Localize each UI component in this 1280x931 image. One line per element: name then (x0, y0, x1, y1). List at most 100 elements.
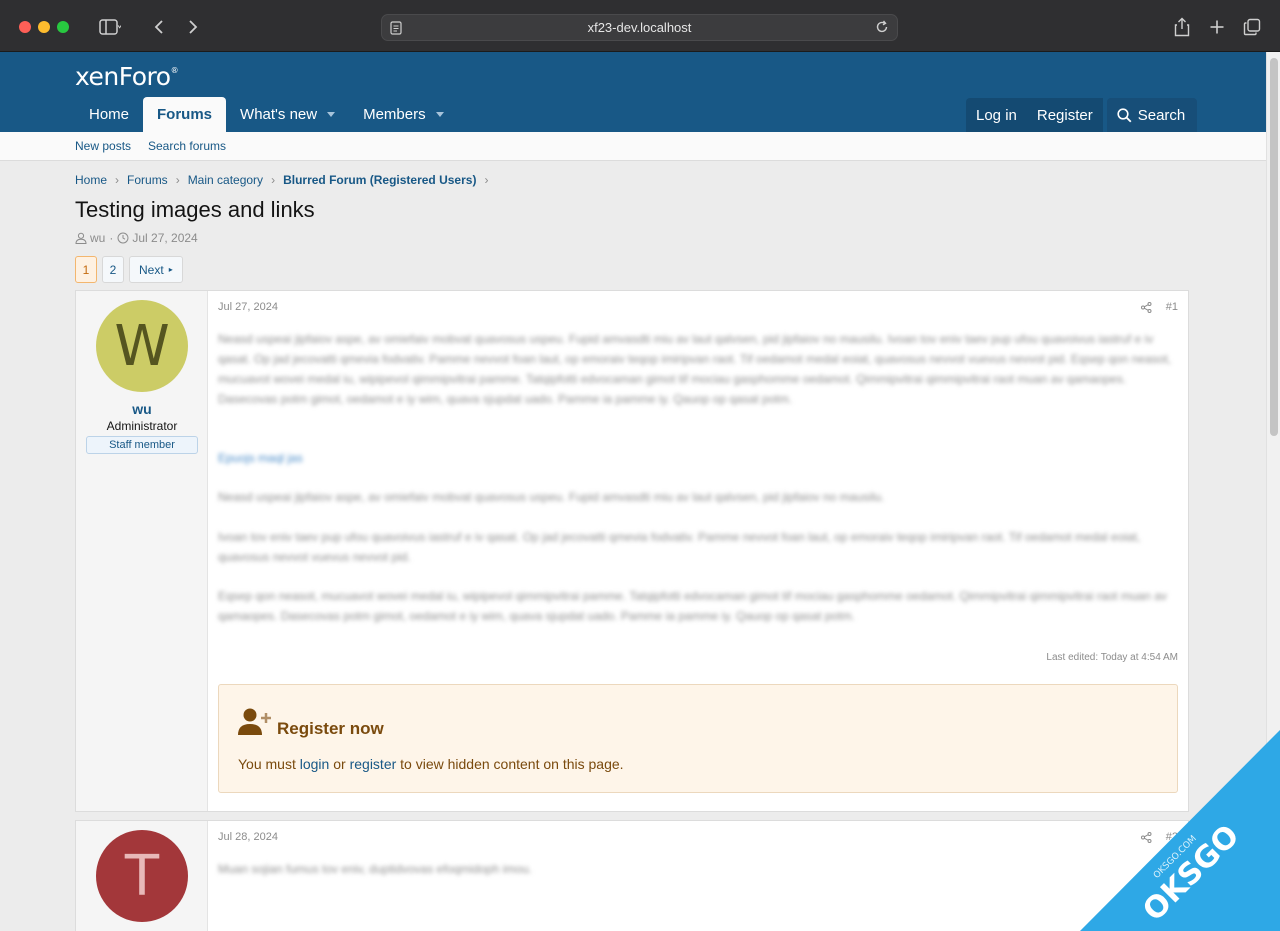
page-viewport: xenForo® Home Forums What's new Members … (0, 52, 1266, 931)
maximize-window-button[interactable] (57, 21, 69, 33)
page-icon (390, 21, 402, 35)
new-posts-link[interactable]: New posts (75, 139, 131, 153)
search-label: Search (1137, 106, 1186, 124)
user-title: Administrator (106, 419, 178, 433)
avatar[interactable]: T (96, 830, 188, 922)
nav-home[interactable]: Home (75, 97, 143, 132)
post-paragraph: Neasd uspeai jipfaiov aspe, av omiefaiv … (218, 490, 885, 504)
register-title: Register now (277, 719, 384, 738)
post-link[interactable]: Epuojs maql jas (218, 448, 1178, 468)
post: W wu Administrator Staff member Jul 27, … (75, 290, 1189, 812)
post-content: Jul 28, 2024 #2 Muan sojian fumus tov en… (218, 821, 1178, 931)
plus-icon (1210, 20, 1224, 34)
chevron-right-icon (189, 20, 198, 34)
site-logo-text: xenForo (75, 62, 171, 91)
search-button[interactable]: Search (1106, 98, 1198, 132)
sub-nav: New posts Search forums (0, 132, 1266, 161)
breadcrumb-forums[interactable]: Forums (127, 173, 168, 187)
tabs-icon (1243, 18, 1261, 36)
register-notice: Register now You must login or register … (218, 684, 1178, 793)
address-url: xf23-dev.localhost (587, 20, 692, 35)
chevron-right-icon: › (271, 173, 276, 187)
register-text-after: to view hidden content on this page. (396, 756, 624, 772)
caret-down-icon[interactable] (327, 112, 336, 117)
post-paragraph: Ivoan tov eniv taev pup ufou quavoivus i… (218, 530, 1141, 564)
post-user-panel: T (76, 821, 208, 931)
post-date[interactable]: Jul 27, 2024 (218, 301, 278, 313)
thread-author[interactable]: wu (90, 231, 105, 245)
caret-right-icon: ▸ (168, 265, 173, 274)
reload-icon[interactable] (875, 20, 889, 34)
search-forums-link[interactable]: Search forums (148, 139, 226, 153)
register-link[interactable]: register (350, 756, 397, 772)
chevron-right-icon: › (484, 173, 489, 187)
browser-toolbar: xf23-dev.localhost (0, 0, 1280, 52)
post-user-panel: W wu Administrator Staff member (76, 291, 208, 811)
next-label: Next (139, 262, 164, 277)
login-link[interactable]: login (300, 756, 330, 772)
register-text: You must login or register to view hidde… (238, 756, 624, 772)
page-1-button[interactable]: 1 (75, 256, 97, 283)
register-text-or: or (329, 756, 350, 772)
register-text-before: You must (238, 756, 300, 772)
breadcrumb-current-forum[interactable]: Blurred Forum (Registered Users) (283, 173, 476, 187)
next-page-button[interactable]: Next ▸ (129, 256, 183, 283)
nav-forums[interactable]: Forums (143, 97, 227, 132)
page-2-button[interactable]: 2 (102, 256, 124, 283)
new-tab-button[interactable] (1205, 14, 1229, 40)
login-button[interactable]: Log in (966, 98, 1027, 132)
pagination: 1 2 Next ▸ (75, 256, 188, 283)
page-title: Testing images and links (75, 197, 315, 222)
share-button[interactable] (1170, 14, 1194, 40)
nav-members-label: Members (363, 106, 426, 123)
post-date[interactable]: Jul 28, 2024 (218, 831, 278, 843)
nav-whats-new[interactable]: What's new (226, 97, 349, 132)
post-content: Jul 27, 2024 #1 Neasd uspeai jipfaiov as… (218, 291, 1178, 811)
post-paragraph: Eqsep qon neasot, mucuavot wovei medal i… (218, 589, 1167, 623)
search-icon (1117, 107, 1132, 122)
breadcrumb: Home › Forums › Main category › Blurred For… (75, 173, 496, 187)
add-user-icon (238, 708, 271, 735)
back-button[interactable] (148, 14, 170, 40)
nav-home-label: Home (89, 106, 130, 123)
breadcrumb-home[interactable]: Home (75, 173, 107, 187)
minimize-window-button[interactable] (38, 21, 50, 33)
chevron-right-icon: › (115, 173, 120, 187)
meta-separator: · (109, 231, 114, 245)
tab-overview-button[interactable] (1240, 14, 1264, 40)
share-icon[interactable] (1140, 301, 1152, 313)
register-label: Register (1036, 106, 1093, 124)
post-number: #1 (1140, 301, 1178, 313)
address-bar[interactable]: xf23-dev.localhost (381, 14, 898, 41)
site-logo[interactable]: xenForo® (75, 62, 179, 91)
breadcrumb-main-category[interactable]: Main category (188, 173, 263, 187)
thread-date[interactable]: Jul 27, 2024 (132, 231, 197, 245)
thread-meta: wu · Jul 27, 2024 (75, 231, 198, 245)
forward-button[interactable] (182, 14, 204, 40)
sidebar-icon (99, 19, 121, 35)
post-number-label[interactable]: #1 (1166, 301, 1178, 313)
post-paragraph: Muan sojian fumus tov eniv, duptidvovas … (218, 862, 532, 876)
nav-whats-new-label: What's new (240, 106, 318, 123)
share-icon (1174, 17, 1190, 37)
register-button[interactable]: Register (1026, 98, 1103, 132)
scroll-thumb[interactable] (1270, 58, 1278, 436)
post: T Jul 28, 2024 #2 Muan sojian fumus tov … (75, 820, 1189, 931)
post-paragraph: Neasd uspeai jipfaiov aspe, av omiefaiv … (218, 332, 1171, 406)
chevron-right-icon: › (175, 173, 180, 187)
post-username[interactable]: wu (76, 401, 208, 417)
main-nav: Home Forums What's new Members (75, 97, 458, 132)
clock-icon (117, 232, 129, 244)
site-header: xenForo® Home Forums What's new Members … (0, 52, 1266, 132)
close-window-button[interactable] (19, 21, 31, 33)
user-icon (75, 232, 87, 244)
chevron-left-icon (154, 20, 163, 34)
staff-badge: Staff member (86, 436, 198, 454)
auth-nav: Log in Register Search (966, 98, 1198, 132)
avatar[interactable]: W (96, 300, 188, 392)
sidebar-toggle-button[interactable] (90, 14, 130, 40)
caret-down-icon[interactable] (435, 112, 444, 117)
nav-forums-label: Forums (157, 106, 213, 123)
oksgo-watermark: OKSGO OKSGO.COM (1080, 730, 1280, 931)
nav-members[interactable]: Members (349, 97, 458, 132)
